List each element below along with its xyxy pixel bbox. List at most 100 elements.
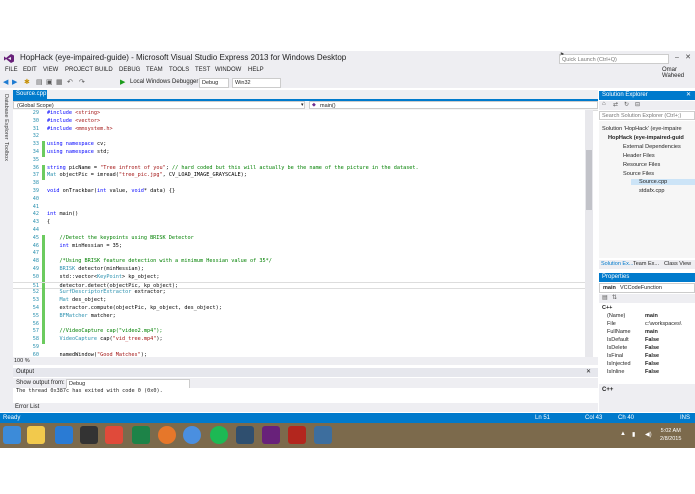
configuration-select[interactable]: Debug [199,78,229,88]
code-line[interactable]: 57 //VideoCapture cap("video2.mp4"); [13,328,593,337]
debugger-button[interactable]: Local Windows Debugger [130,78,198,87]
volume-icon[interactable]: ◀) [645,431,652,438]
adobe-icon[interactable] [288,426,306,444]
quick-launch-input[interactable]: Quick Launch (Ctrl+Q) [559,54,669,64]
property-row[interactable]: IsFinal False [599,352,695,360]
menu-build[interactable]: BUILD [95,67,113,73]
code-line[interactable]: 46 int minHessian = 35; [13,242,593,251]
alphabetical-icon[interactable]: ⇅ [612,294,617,301]
code-line[interactable]: 59 [13,344,593,352]
cursor-app-icon[interactable] [80,426,98,444]
code-editor[interactable]: 29 #include <string> 30 #include <vector> 31… [13,110,593,357]
menu-test[interactable]: TEST [195,67,210,73]
tab-solution-explorer[interactable]: Solution Ex... [601,261,633,267]
save-all-icon[interactable]: ▦ [56,78,63,87]
home-icon[interactable]: ⌂ [602,101,606,107]
menu-window[interactable]: WINDOW [215,67,241,73]
chrome-icon[interactable] [183,426,201,444]
property-row[interactable]: File c:\workspaces\ [599,320,695,328]
refresh-icon[interactable]: ↻ [624,101,629,108]
toolbox-tab[interactable]: Toolbox [3,142,9,161]
property-row[interactable]: IsDefault False [599,336,695,344]
property-row[interactable]: (Name) main [599,312,695,320]
code-line[interactable]: 44 [13,227,593,235]
network-icon[interactable]: ▮ [632,431,635,438]
code-line[interactable]: 50 std::vector<KeyPoint> kp_object; [13,273,593,282]
property-row[interactable]: FullName main [599,328,695,336]
property-row[interactable]: IsInline False [599,368,695,376]
tab-class-view[interactable]: Class View [664,261,691,267]
spotify-icon[interactable] [210,426,228,444]
code-line[interactable]: 38 [13,180,593,188]
undo-icon[interactable]: ↶ [67,78,73,87]
menu-team[interactable]: TEAM [146,67,163,73]
back-icon[interactable]: ◀ [3,78,8,87]
code-line[interactable]: 30 #include <vector> [13,118,593,126]
app-icon[interactable] [314,426,332,444]
code-line[interactable]: 53 Mat des_object; [13,297,593,305]
zoom-level[interactable]: 100 % [14,357,30,365]
properties-object-select[interactable]: main VCCodeFunction [599,283,695,293]
visual-studio-icon[interactable] [262,426,280,444]
code-line[interactable]: 36 string picName = "Tree infront of you"… [13,164,593,173]
cloud-app-icon[interactable] [105,426,123,444]
categorized-icon[interactable]: ▤ [602,294,608,301]
code-line[interactable]: 37 Mat objectPic = imread("tree_pic.jpg",… [13,172,593,181]
chevron-down-icon[interactable]: ▾ [301,101,304,109]
menu-file[interactable]: FILE [5,67,18,73]
solution-search-input[interactable]: Search Solution Explorer (Ctrl+;) [599,111,695,120]
close-icon[interactable]: ✕ [686,91,691,98]
member-dropdown[interactable]: main() [309,101,598,109]
new-project-icon[interactable]: ✱ [24,78,30,87]
collapse-all-icon[interactable]: ⊟ [635,101,640,108]
code-line[interactable]: 51 detector.detect(objectPic, kp_object)… [13,281,593,291]
output-close-icon[interactable]: ✕ [586,368,591,375]
editor-horizontal-scrollbar[interactable]: 100 % [13,357,598,365]
code-line[interactable]: 56 [13,320,593,329]
property-row[interactable]: IsInjected False [599,360,695,368]
code-line[interactable]: 45 //Detect the keypoints using BRISK De… [13,234,593,243]
code-line[interactable]: 55 BFMatcher matcher; [13,312,593,321]
code-line[interactable]: 39 void onTrackbar(int value, void* data)… [13,188,593,196]
code-line[interactable]: 31 #include <mmsystem.h> [13,126,593,134]
sync-icon[interactable]: ⇄ [613,101,618,108]
save-icon[interactable]: ▣ [46,78,53,87]
start-debugging-icon[interactable]: ▶ [120,78,125,87]
code-line[interactable]: 34 using namespace std; [13,149,593,157]
tree-item-header-files[interactable]: Header Files [623,153,655,159]
internet-explorer-icon[interactable] [55,426,73,444]
property-row[interactable]: IsDelete False [599,344,695,352]
open-icon[interactable]: ▤ [36,78,43,87]
notification-flag-icon[interactable]: ⚑ [558,50,566,60]
editor-vertical-scrollbar[interactable] [585,110,593,357]
firefox-icon[interactable] [158,426,176,444]
code-line[interactable]: 52 SurfDescriptorExtractor extractor; [13,289,593,298]
menu-tools[interactable]: TOOLS [169,67,189,73]
tree-item-project[interactable]: HopHack (eye-impaired-guid [608,135,684,141]
code-line[interactable]: 58 VideoCapture cap("vid_tree.mp4"); [13,336,593,344]
redo-icon[interactable]: ↷ [79,78,85,87]
tab-team-explorer[interactable]: Team Ex... [633,261,659,267]
menu-debug[interactable]: DEBUG [119,67,140,73]
output-text-area[interactable]: The thread 0x387c has exited with code 0… [13,388,598,397]
file-explorer-icon[interactable] [27,426,45,444]
sheets-icon[interactable] [132,426,150,444]
forward-icon[interactable]: ▶ [12,78,17,87]
menu-edit[interactable]: EDIT [23,67,37,73]
tree-item-stdafx-cpp[interactable]: stdafx.cpp [639,188,665,194]
code-line[interactable]: 54 extractor.compute(objectPic, kp_objec… [13,305,593,313]
code-line[interactable]: 41 [13,204,593,212]
scrollbar-thumb[interactable] [586,150,592,210]
dropbox-icon[interactable] [236,426,254,444]
scope-dropdown[interactable]: (Global Scope) [13,101,305,109]
code-line[interactable]: 48 /*Using BRISK feature detection with … [13,258,593,266]
code-line[interactable]: 43 { [13,219,593,227]
code-line[interactable]: 42 int main() [13,211,593,219]
tree-item-source-files[interactable]: Source Files [623,171,654,177]
code-line[interactable]: 49 BRISK detector(minHessian); [13,266,593,274]
code-line[interactable]: 47 [13,250,593,259]
tree-item-solution[interactable]: Solution 'HopHack' (eye-impaire [602,126,682,132]
code-line[interactable]: 40 [13,196,593,204]
property-section[interactable]: C++ [599,304,695,312]
tree-item-external-dependencies[interactable]: External Dependencies [623,144,681,150]
